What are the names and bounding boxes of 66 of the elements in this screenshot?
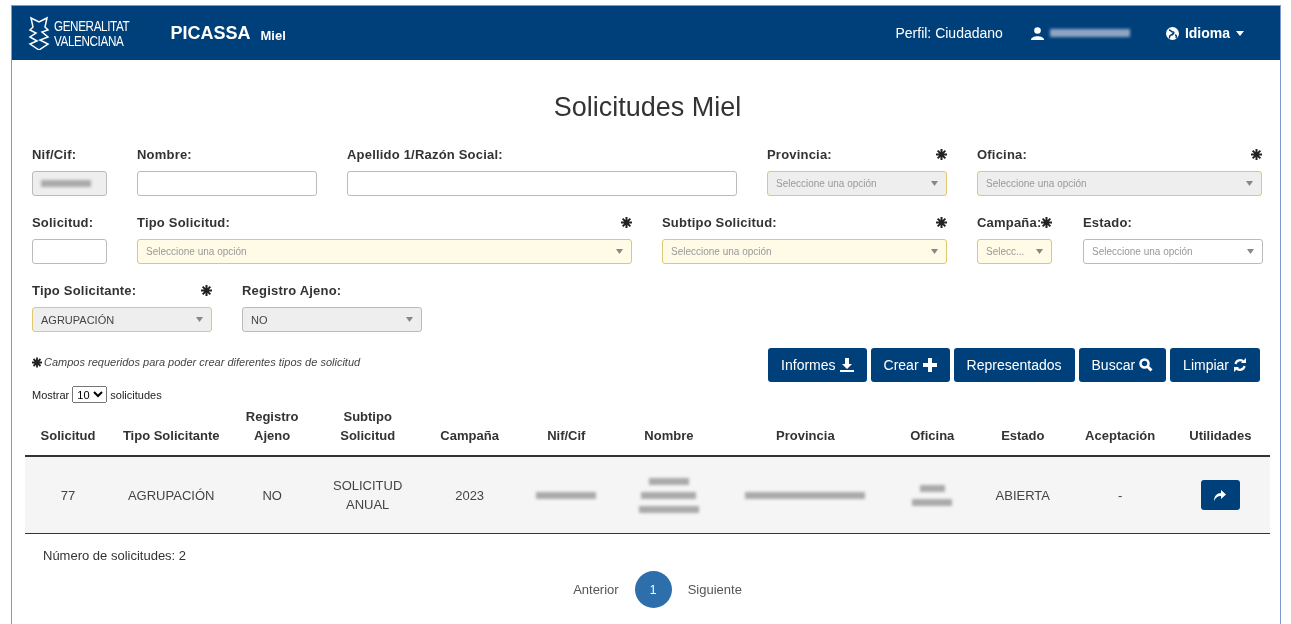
search-icon: [1139, 358, 1154, 372]
app-name: PICASSA: [170, 22, 251, 44]
field-label: Tipo Solicitante:: [32, 283, 137, 298]
record-count: Número de solicitudes: 2: [43, 548, 188, 563]
pager-link[interactable]: Siguiente: [687, 582, 742, 597]
refresh-icon: [1233, 358, 1247, 372]
module-name: Miel: [260, 27, 286, 43]
field-label: Oficina:: [977, 147, 1027, 162]
table-cell: SOLICITUD ANUAL: [313, 456, 423, 534]
table-cell: 2023: [422, 456, 517, 534]
globe-icon: [1165, 26, 1179, 40]
download-icon: [839, 358, 854, 372]
required-icon: [1251, 149, 1262, 160]
dropdown-arrow-icon: [1246, 181, 1253, 186]
action-button[interactable]: Crear: [870, 348, 950, 382]
open-button[interactable]: [1200, 480, 1240, 510]
table-cell: ABIERTA: [976, 456, 1070, 534]
field-label: Nif/Cif:: [32, 147, 77, 162]
field-label: Nombre:: [137, 147, 192, 162]
table-cell: 77: [25, 456, 112, 534]
action-button[interactable]: Buscar: [1078, 348, 1167, 382]
action-button[interactable]: Representados: [953, 348, 1075, 382]
field-label: Registro Ajeno:: [242, 283, 342, 298]
required-icon: [32, 356, 42, 368]
field-label: Solicitud:: [32, 215, 94, 230]
dropdown-arrow-icon: [931, 249, 938, 254]
page-size-select[interactable]: 10: [72, 386, 108, 403]
crest-icon: [28, 16, 50, 50]
field-label: Provincia:: [767, 147, 832, 162]
dropdown-arrow-icon: [196, 317, 203, 322]
caret-icon: [1236, 30, 1244, 36]
profile-label: Perfil: Ciudadano: [895, 25, 1003, 41]
table-cell: NO: [231, 456, 313, 534]
pager-link[interactable]: Anterior: [573, 582, 619, 597]
user-icon: [1030, 26, 1044, 40]
dropdown-arrow-icon: [931, 181, 938, 186]
share-arrow-icon: [1214, 489, 1227, 501]
table-cell: AGRUPACIÓN: [111, 456, 232, 534]
dropdown-arrow-icon: [1247, 249, 1254, 254]
dropdown-arrow-icon: [1036, 249, 1043, 254]
required-icon: [936, 149, 947, 160]
dropdown-arrow-icon: [616, 249, 623, 254]
logo-text: GENERALITAT VALENCIANA: [54, 18, 130, 48]
field-label: Campaña:: [977, 215, 1042, 230]
required-note: Campos requeridos para poder crear diferentes tipos de solicitud: [44, 356, 361, 368]
input-field[interactable]: [347, 171, 737, 196]
field-label: Subtipo Solicitud:: [662, 215, 777, 230]
required-icon: [936, 217, 947, 228]
show-label: Mostrar: [32, 388, 70, 401]
required-icon: [621, 217, 632, 228]
required-icon: [1041, 217, 1053, 228]
records-label: solicitudes: [110, 388, 162, 401]
field-label: Tipo Solicitud:: [137, 215, 231, 230]
action-button[interactable]: Limpiar: [1170, 348, 1260, 382]
table-cell: -: [1069, 456, 1171, 534]
input-field[interactable]: [32, 239, 107, 264]
field-label: Estado:: [1083, 215, 1133, 230]
page-title: Solicitudes Miel: [552, 92, 743, 123]
dropdown-arrow-icon: [406, 317, 413, 322]
input-field[interactable]: [137, 171, 317, 196]
action-button[interactable]: Informes: [768, 348, 867, 382]
plus-icon: [922, 358, 937, 372]
language-menu[interactable]: Idioma: [1165, 25, 1244, 41]
page-button[interactable]: 1: [634, 571, 672, 608]
required-icon: [201, 285, 212, 296]
field-label: Apellido 1/Razón Social:: [347, 147, 503, 162]
